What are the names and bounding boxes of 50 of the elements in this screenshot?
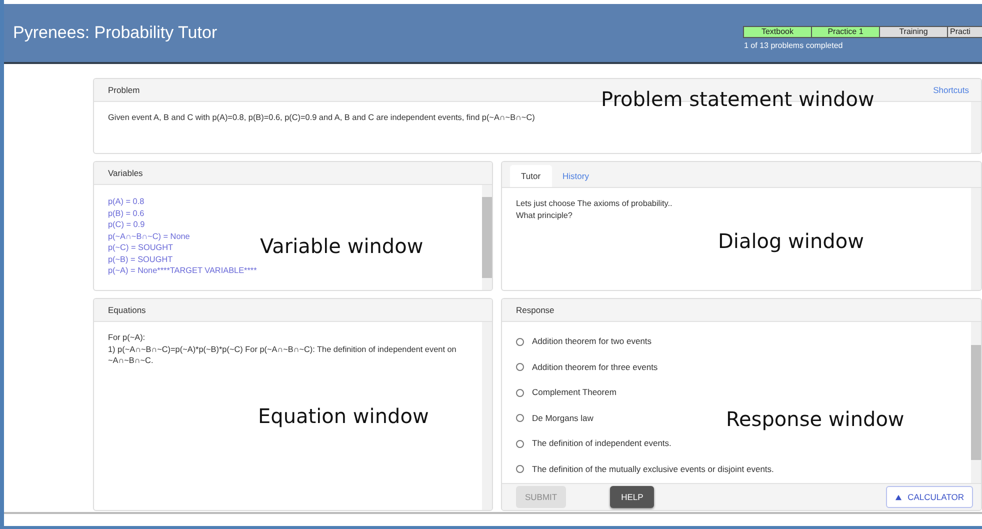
variable-line: p(~C) = SOUGHT bbox=[108, 242, 174, 254]
equation-line: 1) p(~A∩~B∩~C)=p(~A)*p(~B)*p(~C) For p(~A∩~B∩~C): The definition of independent event on ~A∩~B∩~C. bbox=[108, 344, 458, 366]
variable-line: p(~A∩~B∩~C) = None bbox=[108, 230, 190, 242]
radio-button[interactable] bbox=[516, 363, 524, 372]
shortcuts-link[interactable]: Shortcuts bbox=[933, 85, 969, 95]
annotation-label: Variable window bbox=[260, 234, 424, 258]
annotation-label: Dialog window bbox=[718, 229, 864, 253]
radio-button[interactable] bbox=[516, 465, 524, 474]
panel-title: Problem bbox=[108, 85, 140, 95]
app-title: Pyrenees: Probability Tutor bbox=[13, 23, 218, 43]
variable-line: p(~B) = SOUGHT bbox=[108, 254, 173, 265]
option-label[interactable]: The definition of independent events. bbox=[532, 438, 672, 450]
panel-title: Variables bbox=[108, 168, 143, 178]
dialog-tab[interactable]: Tutor bbox=[510, 165, 552, 187]
radio-button[interactable] bbox=[516, 338, 524, 346]
radio-button[interactable] bbox=[516, 388, 524, 397]
radio-button[interactable] bbox=[516, 440, 524, 448]
triangle-icon bbox=[894, 494, 902, 500]
calculator-button[interactable]: CALCULATOR bbox=[886, 486, 973, 508]
option-label[interactable]: Addition theorem for three events bbox=[532, 362, 658, 373]
problem-text: Given event A, B and C with p(A)=0.8, p(B)=0.6, p(C)=0.9 and A, B and C are independent events, find p(~A∩~B∩~C) bbox=[108, 112, 536, 124]
help-button[interactable]: HELP bbox=[610, 486, 654, 508]
annotation-label: Equation window bbox=[258, 404, 429, 428]
scrollbar[interactable] bbox=[482, 185, 492, 290]
scrollbar[interactable] bbox=[482, 322, 492, 510]
scrollbar[interactable] bbox=[971, 188, 981, 290]
annotation-label: Problem statement window bbox=[601, 87, 874, 111]
scrollbar[interactable] bbox=[971, 322, 981, 483]
variable-line: p(C) = 0.9 bbox=[108, 219, 145, 230]
progress-tab[interactable]: Training bbox=[879, 26, 948, 38]
radio-button[interactable] bbox=[516, 414, 524, 422]
equation-line: For p(~A): bbox=[108, 332, 146, 344]
dialog-message: Lets just choose The axioms of probability.. bbox=[516, 198, 674, 210]
annotation-label: Response window bbox=[726, 407, 904, 431]
progress-tab[interactable]: Practice 1 bbox=[811, 26, 880, 38]
progress-tab[interactable]: Practi bbox=[947, 26, 982, 38]
panel-title: Equations bbox=[108, 305, 146, 315]
variable-line: p(~A) = None****TARGET VARIABLE**** bbox=[108, 265, 257, 276]
variable-line: p(A) = 0.8 bbox=[108, 196, 144, 208]
dialog-tab[interactable]: History bbox=[552, 165, 600, 187]
dialog-message: What principle? bbox=[516, 210, 574, 221]
variable-line: p(B) = 0.6 bbox=[108, 208, 144, 219]
panel-title: Response bbox=[516, 305, 554, 315]
progress-tab[interactable]: Textbook bbox=[743, 26, 812, 38]
progress-text: 1 of 13 problems completed bbox=[744, 41, 844, 50]
option-label[interactable]: De Morgans law bbox=[532, 412, 594, 424]
option-label[interactable]: The definition of the mutually exclusive events or disjoint events. bbox=[532, 464, 774, 475]
option-label[interactable]: Complement Theorem bbox=[532, 387, 616, 398]
option-label[interactable]: Addition theorem for two events bbox=[532, 336, 652, 348]
scrollbar[interactable] bbox=[971, 102, 981, 153]
